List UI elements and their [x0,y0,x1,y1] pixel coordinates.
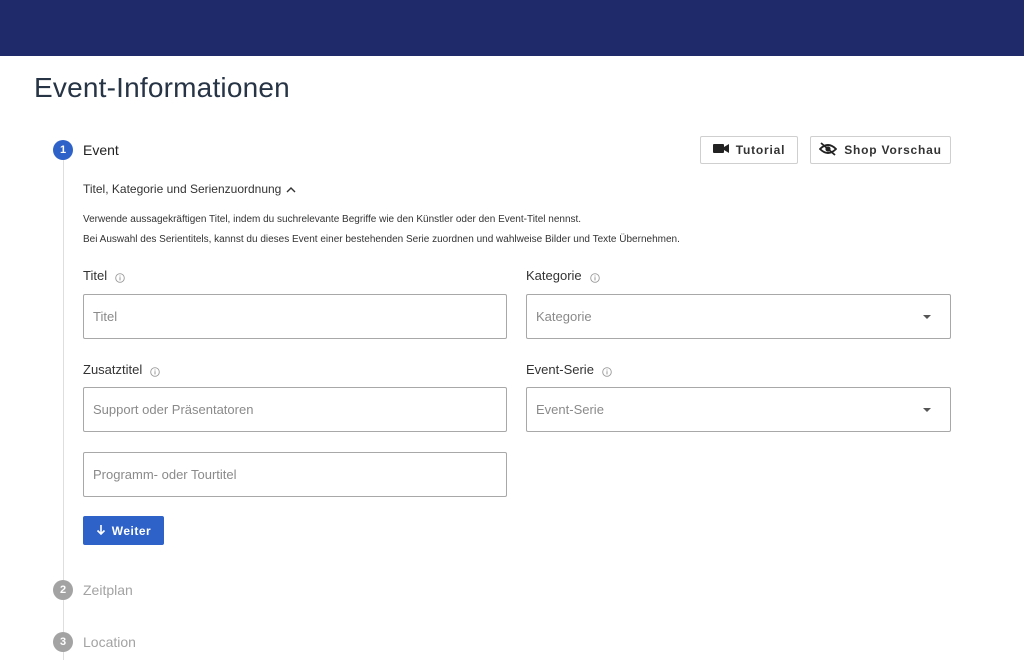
page-title: Event-Informationen [34,72,290,103]
kategorie-label: Kategorie [526,268,600,283]
info-icon[interactable] [115,271,125,283]
step-2-number[interactable]: 2 [53,580,73,600]
step-2-label[interactable]: Zeitplan [83,582,133,598]
stepper-line [63,651,64,660]
kategorie-label-text: Kategorie [526,268,582,283]
stepper-line [63,600,64,632]
section-toggle-label: Titel, Kategorie und Serienzuordnung [83,182,282,196]
tutorial-button-label: Tutorial [735,143,786,157]
event-serie-label-text: Event-Serie [526,362,594,377]
zusatztitel-label: Zusatztitel [83,362,161,377]
next-button-label: Weiter [111,523,152,538]
step-1-number[interactable]: 1 [53,140,73,160]
info-icon[interactable] [589,271,600,283]
tutorial-button[interactable]: Tutorial [700,136,798,164]
caret-down-icon [923,407,931,412]
caret-down-icon [923,314,931,319]
step-1-label[interactable]: Event [83,142,119,158]
event-serie-select[interactable]: Event-Serie [526,387,951,432]
zusatztitel-input[interactable] [83,387,507,432]
video-camera-icon [712,143,729,157]
shop-preview-button[interactable]: Shop Vorschau [810,136,951,164]
zusatztitel-label-text: Zusatztitel [83,362,143,377]
help-text-line-2: Bei Auswahl des Serientitels, kannst du … [83,234,680,245]
chevron-up-icon [286,182,296,196]
stepper-line [63,160,64,580]
event-serie-select-value: Event-Serie [536,402,604,417]
top-app-bar [0,0,1024,56]
help-text-line-1: Verwende aussagekräftigen Titel, indem d… [83,214,582,225]
titel-label-text: Titel [83,268,108,283]
kategorie-select-value: Kategorie [536,309,592,324]
kategorie-select[interactable]: Kategorie [526,294,951,339]
arrow-down-icon [96,524,106,538]
step-3-label[interactable]: Location [83,634,136,650]
next-button[interactable]: Weiter [83,516,164,545]
section-collapse-toggle[interactable]: Titel, Kategorie und Serienzuordnung [83,182,296,196]
titel-label: Titel [83,268,125,283]
info-icon[interactable] [602,365,612,377]
eye-off-icon [818,141,838,159]
shop-preview-button-label: Shop Vorschau [844,143,942,157]
info-icon[interactable] [150,365,161,377]
titel-input[interactable] [83,294,507,339]
step-3-number[interactable]: 3 [53,632,73,652]
programm-tourtitel-input[interactable] [83,452,507,497]
event-serie-label: Event-Serie [526,362,612,377]
